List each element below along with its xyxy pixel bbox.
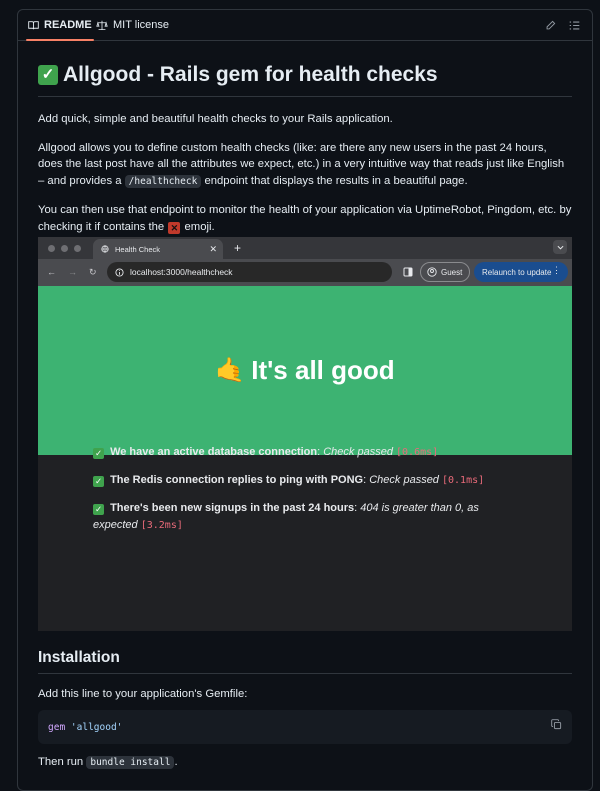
check-result-item: ✓ There's been new signups in the past 2… [93,502,479,531]
intro-paragraph: Add quick, simple and beautiful health c… [38,113,393,125]
readme-content: ✓ Allgood - Rails gem for health checks … [38,40,572,769]
relaunch-button: Relaunch to update ⋮ [474,262,568,282]
bundle-text-b: . [174,756,178,768]
readme-tabbar: README MIT license [18,10,592,41]
tab-search-chevron-icon [553,240,567,254]
check-label: There's been new signups in the past 24 … [110,502,355,514]
window-minimize-dot-icon [61,245,68,252]
gemfile-code-block: gem 'allgood' [38,710,572,744]
side-panel-icon [403,267,413,277]
book-icon [28,20,39,29]
check-duration: [0.1ms] [442,475,485,486]
code-string: 'allgood' [70,721,123,733]
copy-icon[interactable] [551,719,562,733]
browser-tab-title: Health Check [115,244,161,254]
browser-tab: Health Check ✕ [93,239,223,259]
check-mark-icon: ✓ [93,476,104,487]
edit-icon[interactable] [545,18,556,36]
installation-heading: Installation [38,649,572,674]
window-maximize-dot-icon [74,245,81,252]
description-text-b: endpoint that displays the results in a … [204,174,468,187]
guest-profile-button: Guest [420,262,470,282]
description-paragraph: Allgood allows you to define custom heal… [38,140,572,191]
new-tab-icon: + [234,241,242,255]
check-mark-icon: ✓ [93,504,104,515]
reload-icon: ↻ [89,267,97,277]
healthcheck-screenshot: Health Check ✕ + ← → ↻ localhost:3000/he… [38,237,572,631]
check-result-item: ✓ The Redis connection replies to ping w… [93,474,485,487]
check-duration: [0.6ms] [396,447,439,458]
address-bar-url: localhost:3000/healthcheck [130,267,233,277]
browser-tab-strip: Health Check ✕ + [38,237,572,259]
tab-readme-label: README [44,19,92,31]
site-info-icon [115,267,124,277]
check-message: Check passed [369,474,439,486]
monitor-text-b: emoji. [184,220,215,233]
scale-icon [96,20,108,30]
monitor-text-a: You can then use that endpoint to monito… [38,204,572,233]
profile-icon [427,267,437,277]
address-bar: localhost:3000/healthcheck [107,262,392,282]
browser-toolbar: ← → ↻ localhost:3000/healthcheck Guest R… [38,259,572,286]
code-keyword: gem [48,721,66,733]
tab-license-label: MIT license [113,19,170,31]
tab-close-icon: ✕ [209,243,217,254]
bundle-text-a: Then run [38,756,84,768]
monitor-paragraph: You can then use that endpoint to monito… [38,202,572,235]
check-mark-icon: ✓ [93,448,104,459]
bundle-instruction: Then run bundle install. [38,754,178,772]
bundle-install-code: bundle install [86,756,175,769]
tab-readme[interactable]: README [26,10,94,41]
check-message: Check passed [323,446,393,458]
globe-icon [101,245,109,253]
relaunch-label: Relaunch to update [482,267,552,277]
forward-arrow-icon: → [68,267,77,277]
check-result-item: ✓ We have an active database connection:… [93,446,439,459]
outline-list-icon[interactable] [569,18,580,36]
check-results: ✓ We have an active database connection:… [93,444,513,545]
window-close-dot-icon [48,245,55,252]
guest-label: Guest [441,267,463,277]
status-banner: 🤙 It's all good [38,286,572,455]
kebab-menu-icon: ⋮ [552,265,561,275]
tab-license[interactable]: MIT license [96,10,169,40]
back-arrow-icon: ← [47,267,56,277]
check-label: We have an active database connection [110,446,318,458]
check-label: The Redis connection replies to ping wit… [110,474,364,486]
call-me-hand-icon: 🤙 [215,357,246,384]
readme-title-text: Allgood - Rails gem for health checks [63,63,438,86]
readme-panel: README MIT license ✓ Allgood - Rails gem… [17,9,593,791]
check-duration: [3.2ms] [140,520,183,531]
check-mark-icon: ✓ [38,65,58,85]
banner-text: It's all good [251,355,395,385]
gemfile-instruction: Add this line to your application's Gemf… [38,688,248,700]
readme-title: ✓ Allgood - Rails gem for health checks [38,63,572,97]
cross-mark-icon: ✕ [168,221,181,234]
healthcheck-code: /healthcheck [124,174,202,188]
